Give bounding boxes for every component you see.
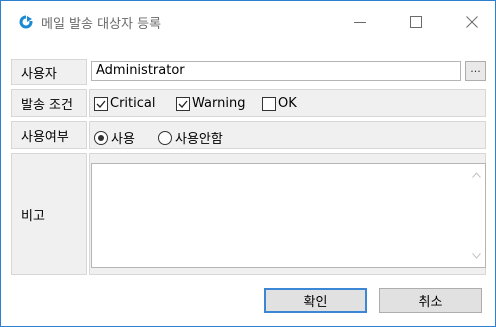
- maximize-button[interactable]: [393, 1, 439, 43]
- close-icon: [466, 16, 478, 28]
- user-label: 사용자: [11, 59, 87, 85]
- browse-user-button[interactable]: ...: [465, 61, 486, 81]
- dialog-window: 메일 발송 대상자 등록 사용자 Administrator ... 발송 조건: [0, 0, 496, 327]
- confirm-button[interactable]: 확인: [264, 288, 367, 313]
- usage-yes-label: 사용: [111, 132, 135, 147]
- window-title: 메일 발송 대상자 등록: [41, 17, 162, 32]
- send-condition-label: 발송 조건: [11, 89, 87, 117]
- maximize-icon: [410, 16, 422, 28]
- checkbox-checked-icon: [94, 96, 108, 111]
- refresh-icon: [19, 15, 33, 29]
- usage-yes-radio[interactable]: 사용: [94, 128, 135, 147]
- ok-checkbox[interactable]: OK: [262, 96, 297, 111]
- minimize-button[interactable]: [337, 1, 383, 43]
- user-input[interactable]: Administrator: [91, 61, 461, 81]
- remarks-scrollbar[interactable]: [468, 164, 485, 267]
- title-bar[interactable]: 메일 발송 대상자 등록: [1, 1, 495, 43]
- warning-checkbox[interactable]: Warning: [176, 96, 245, 111]
- radio-unselected-icon: [158, 130, 172, 145]
- usage-no-radio[interactable]: 사용안함: [158, 128, 223, 147]
- remarks-label: 비고: [11, 153, 87, 275]
- scroll-down-icon[interactable]: [472, 253, 481, 259]
- checkbox-checked-icon: [176, 96, 190, 111]
- close-button[interactable]: [449, 1, 495, 43]
- critical-checkbox[interactable]: Critical: [94, 96, 155, 111]
- cancel-button[interactable]: 취소: [379, 288, 482, 313]
- usage-label: 사용여부: [11, 121, 87, 149]
- usage-cell: 사용 사용안함: [89, 121, 486, 149]
- remarks-textarea[interactable]: [91, 163, 486, 268]
- checkbox-unchecked-icon: [262, 96, 276, 111]
- scroll-up-icon[interactable]: [472, 172, 481, 178]
- radio-selected-icon: [94, 130, 108, 145]
- critical-label: Critical: [110, 96, 156, 111]
- send-condition-cell: Critical Warning OK: [89, 89, 486, 117]
- ok-label: OK: [278, 96, 297, 111]
- warning-label: Warning: [192, 96, 246, 111]
- minimize-icon: [354, 22, 366, 23]
- usage-no-label: 사용안함: [175, 132, 223, 147]
